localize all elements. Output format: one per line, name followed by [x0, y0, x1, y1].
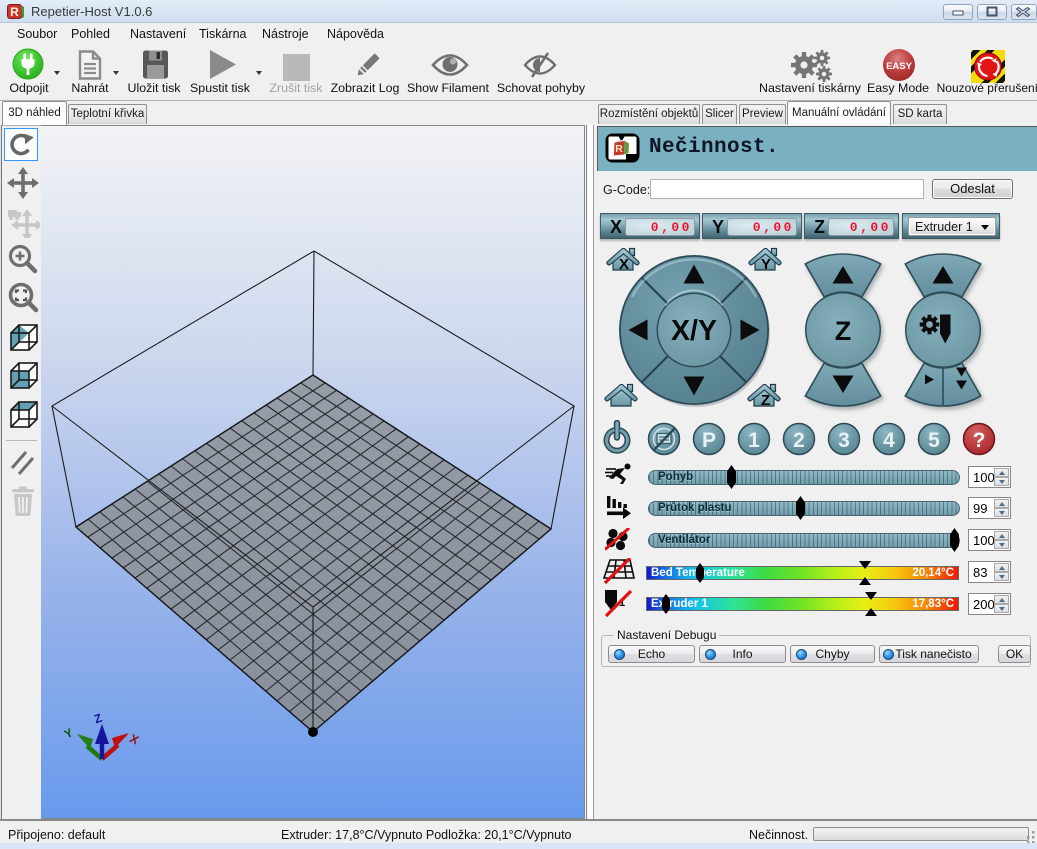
- svg-text:1: 1: [748, 429, 760, 452]
- svg-text:Z: Z: [835, 316, 852, 346]
- svg-text:P: P: [702, 429, 716, 452]
- svg-text:Z: Z: [761, 392, 770, 409]
- svg-text:R: R: [615, 143, 623, 155]
- svg-text:5: 5: [928, 429, 940, 452]
- svg-text:X: X: [619, 256, 629, 273]
- svg-text:4: 4: [883, 429, 895, 452]
- svg-text:R: R: [10, 5, 19, 19]
- svg-text:3: 3: [838, 429, 850, 452]
- svg-text:2: 2: [793, 429, 805, 452]
- svg-text:Z: Z: [92, 711, 104, 727]
- svg-text:EASY: EASY: [886, 61, 913, 72]
- svg-text:?: ?: [973, 429, 986, 452]
- svg-text:X/Y: X/Y: [671, 315, 717, 347]
- svg-text:Y: Y: [62, 725, 75, 741]
- svg-text:Y: Y: [761, 256, 771, 273]
- svg-text:X: X: [128, 731, 141, 747]
